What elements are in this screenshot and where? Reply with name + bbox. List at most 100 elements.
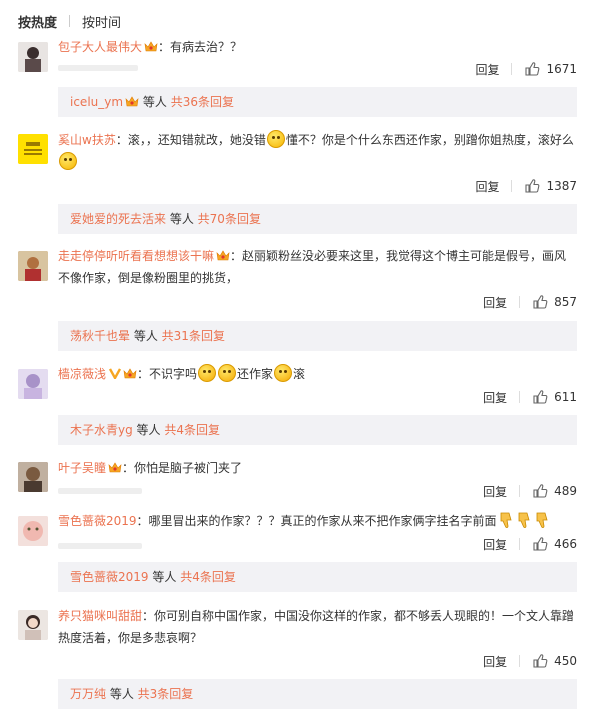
- like-count: 857: [554, 295, 577, 309]
- reply-summary[interactable]: 木子水青yg 等人 共4条回复: [58, 415, 577, 445]
- comment-text: 樯凉薇浅 ：不识字吗 还作家滚: [58, 364, 578, 384]
- thumbs-up-icon: [524, 61, 540, 77]
- thumbs-up-icon: [532, 294, 548, 310]
- thumbs-up-icon: [524, 178, 540, 194]
- username-link[interactable]: 养只猫咪叫甜甜: [58, 609, 142, 623]
- thumbs-up-icon: [532, 483, 548, 499]
- vip-crown-icon: [123, 367, 137, 379]
- reply-count-link[interactable]: 共3条回复: [138, 687, 194, 701]
- smile-emoji-icon: [59, 152, 77, 170]
- reply-button[interactable]: 回复: [475, 178, 499, 195]
- vip-crown-icon: [125, 95, 139, 107]
- comment-actions: 回复 1387: [475, 176, 577, 196]
- action-divider: [511, 63, 513, 75]
- username-link[interactable]: 包子大人最伟大: [58, 40, 142, 54]
- vip-crown-icon: [108, 461, 122, 473]
- like-button[interactable]: 489: [532, 483, 577, 499]
- thumbs-down-emoji-icon: [500, 512, 512, 528]
- comment-actions: 回复 466: [483, 534, 577, 554]
- tab-time[interactable]: 按时间: [82, 12, 121, 31]
- thumbs-up-icon: [532, 389, 548, 405]
- reply-summary[interactable]: 雪色蔷薇2019 等人 共4条回复: [58, 562, 577, 592]
- reply-count-link[interactable]: 共4条回复: [164, 423, 220, 437]
- username-link[interactable]: 雪色蔷薇2019: [58, 514, 137, 528]
- comment-text: 走走停停听听看看想想该干嘛 ：赵丽颖粉丝没必要来这里，我觉得这个博主可能是假号，画…: [58, 249, 567, 263]
- reply-username[interactable]: 爱她爱的死去活来: [70, 212, 166, 226]
- like-count: 489: [554, 484, 577, 498]
- sort-tabs: 按热度 按时间: [18, 12, 121, 31]
- tab-hot[interactable]: 按热度: [18, 12, 57, 31]
- grin-emoji-icon: [218, 364, 237, 382]
- thumbs-up-icon: [532, 653, 548, 669]
- comment-actions: 回复 611: [483, 387, 577, 407]
- comment-text: 养只猫咪叫甜甜：你可别自称中国作家，中国没你这样的作家，都不够丢人现眼的！一个文…: [58, 609, 575, 623]
- like-count: 450: [554, 654, 577, 668]
- reply-button[interactable]: 回复: [483, 483, 507, 500]
- thumbs-up-icon: [532, 536, 548, 552]
- reply-button[interactable]: 回复: [483, 536, 507, 553]
- avatar[interactable]: [18, 251, 48, 281]
- action-divider: [519, 391, 521, 403]
- comment-text: 叶子吴瞳 ：你怕是脑子被门夹了: [58, 461, 243, 475]
- verified-v-icon: [109, 368, 122, 379]
- reply-username[interactable]: 雪色蔷薇2019: [70, 570, 149, 584]
- action-divider: [519, 296, 521, 308]
- avatar[interactable]: [18, 134, 48, 164]
- reply-count-link[interactable]: 共4条回复: [180, 570, 236, 584]
- avatar[interactable]: [18, 610, 48, 640]
- avatar[interactable]: [18, 369, 48, 399]
- smile-emoji-icon: [266, 130, 285, 148]
- reply-summary[interactable]: icelu_ym 等人 共36条回复: [58, 87, 577, 117]
- avatar[interactable]: [18, 42, 48, 72]
- like-count: 1671: [546, 62, 577, 76]
- comment-text-cont: [58, 152, 578, 172]
- reply-count-link[interactable]: 共31条回复: [162, 329, 225, 343]
- grin-emoji-icon: [198, 364, 217, 382]
- reply-button[interactable]: 回复: [483, 653, 507, 670]
- comment-actions: 回复 450: [483, 651, 577, 671]
- thumbs-down-emoji-icon: [518, 512, 530, 528]
- like-button[interactable]: 1387: [524, 178, 577, 194]
- reply-username[interactable]: 木子水青yg: [70, 423, 133, 437]
- reply-username[interactable]: 万万纯: [70, 687, 106, 701]
- like-count: 611: [554, 390, 577, 404]
- like-button[interactable]: 857: [532, 294, 577, 310]
- thumbs-down-emoji-icon: [536, 512, 548, 528]
- vip-crown-icon: [144, 40, 158, 52]
- like-button[interactable]: 1671: [524, 61, 577, 77]
- username-link[interactable]: 樯凉薇浅: [58, 367, 106, 381]
- like-button[interactable]: 466: [532, 536, 577, 552]
- reply-button[interactable]: 回复: [483, 294, 507, 311]
- avatar[interactable]: [18, 516, 48, 546]
- comment-text-cont: 热度活着，你是多悲哀啊？: [58, 631, 203, 645]
- reply-summary[interactable]: 万万纯 等人 共3条回复: [58, 679, 577, 709]
- comment-text: 雪色蔷薇2019：哪里冒出来的作家？？？真正的作家从来不把作家俩字挂名字前面: [58, 511, 578, 531]
- comment-actions: 回复 1671: [475, 59, 577, 79]
- grin-emoji-icon: [274, 364, 293, 382]
- reply-count-link[interactable]: 共70条回复: [198, 212, 261, 226]
- username-link[interactable]: 叶子吴瞳: [58, 461, 106, 475]
- username-link[interactable]: 走走停停听听看看想想该干嘛: [58, 249, 214, 263]
- action-divider: [519, 538, 521, 550]
- comment-actions: 回复 857: [483, 292, 577, 312]
- reply-summary[interactable]: 荡秋千也晕 等人 共31条回复: [58, 321, 577, 351]
- username-link[interactable]: 奚山w扶苏: [58, 133, 116, 147]
- comment-text: 奚山w扶苏：滚，，还知错就改，她没错 懂不？你是个什么东西还作家，别蹭你姐热度，滚…: [58, 130, 578, 150]
- like-button[interactable]: 611: [532, 389, 577, 405]
- reply-username[interactable]: 荡秋千也晕: [70, 329, 130, 343]
- comment-text: 包子大人最伟大 ：有病去治？？: [58, 40, 243, 54]
- reply-count-link[interactable]: 共36条回复: [171, 95, 234, 109]
- action-divider: [519, 485, 521, 497]
- tab-divider: [69, 15, 71, 27]
- action-divider: [511, 180, 513, 192]
- reply-username[interactable]: icelu_ym: [70, 95, 123, 109]
- like-button[interactable]: 450: [532, 653, 577, 669]
- reply-button[interactable]: 回复: [475, 61, 499, 78]
- action-divider: [519, 655, 521, 667]
- reply-summary[interactable]: 爱她爱的死去活来 等人 共70条回复: [58, 204, 577, 234]
- like-count: 466: [554, 537, 577, 551]
- vip-crown-icon: [216, 249, 230, 261]
- reply-button[interactable]: 回复: [483, 389, 507, 406]
- comment-text-cont: 不像作家，倒是像粉圈里的挑货，: [58, 271, 239, 285]
- avatar[interactable]: [18, 462, 48, 492]
